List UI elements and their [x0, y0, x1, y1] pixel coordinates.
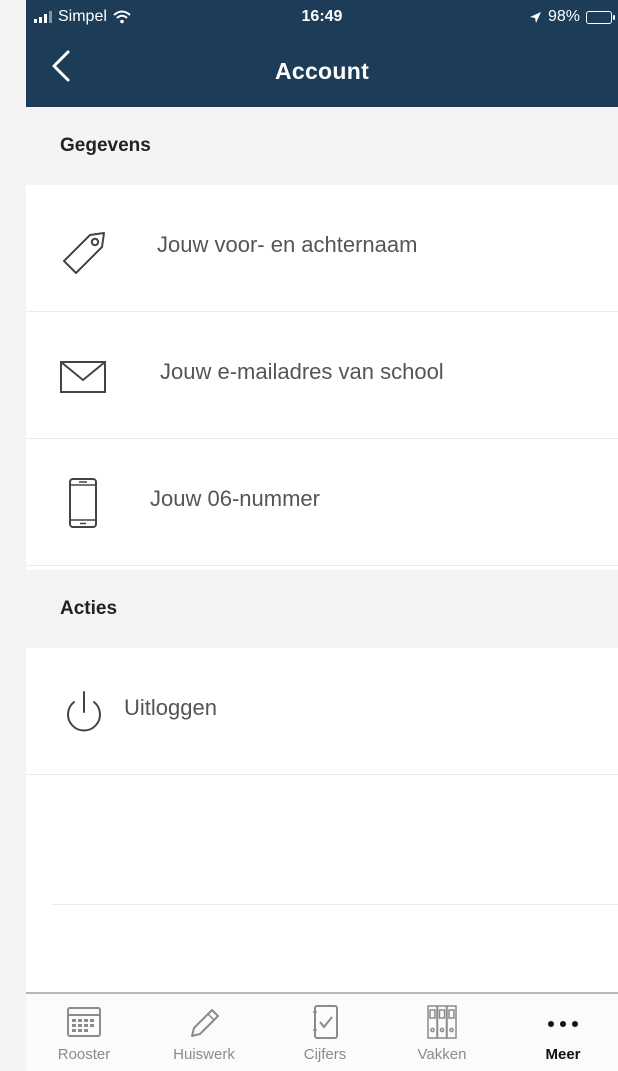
section-title-gegevens: Gegevens: [60, 135, 151, 156]
location-arrow-icon: [529, 11, 541, 23]
smartphone-icon: [69, 478, 97, 528]
pencil-icon: [191, 1009, 219, 1037]
envelope-icon: [60, 361, 106, 393]
section-header-gegevens: Gegevens: [26, 107, 618, 185]
tab-bar: Rooster Huiswerk Cijfers Vakken Meer: [26, 992, 618, 1071]
status-bar: Simpel 16:49 98%: [26, 6, 618, 32]
name-label: Jouw voor- en achternaam: [157, 232, 418, 257]
section-header-acties: Acties: [26, 570, 618, 648]
account-screen: Simpel 16:49 98% Account Gegevens Jouw v…: [26, 0, 618, 1071]
tab-label-cijfers: Cijfers: [303, 1046, 347, 1063]
tab-cijfers[interactable]: Cijfers: [270, 994, 380, 1071]
checklist-icon: [313, 1005, 338, 1039]
tab-label-huiswerk: Huiswerk: [173, 1046, 235, 1063]
status-right: 98%: [529, 8, 615, 26]
email-label: Jouw e-mailadres van school: [160, 359, 444, 384]
tab-label-vakken: Vakken: [417, 1046, 467, 1063]
logout-row[interactable]: Uitloggen: [26, 648, 618, 775]
tab-meer[interactable]: Meer: [508, 994, 618, 1071]
logout-label: Uitloggen: [124, 695, 217, 720]
battery-icon: [586, 10, 615, 24]
divider: [52, 904, 618, 905]
tab-rooster[interactable]: Rooster: [29, 994, 139, 1071]
tab-vakken[interactable]: Vakken: [387, 994, 497, 1071]
section-title-acties: Acties: [60, 598, 118, 619]
page-title: Account: [274, 58, 370, 84]
tab-label-rooster: Rooster: [57, 1046, 111, 1063]
binders-icon: [427, 1005, 457, 1039]
name-row[interactable]: Jouw voor- en achternaam: [26, 185, 618, 312]
phone-label: Jouw 06-nummer: [150, 486, 320, 511]
power-icon: [67, 691, 101, 732]
more-dots-icon: [548, 1021, 578, 1027]
tab-huiswerk[interactable]: Huiswerk: [149, 994, 259, 1071]
phone-row[interactable]: Jouw 06-nummer: [26, 439, 618, 566]
tag-icon: [63, 232, 105, 274]
top-bar: Simpel 16:49 98% Account: [26, 0, 618, 107]
email-row[interactable]: Jouw e-mailadres van school: [26, 312, 618, 439]
calendar-icon: [67, 1007, 101, 1037]
battery-percent: 98%: [547, 8, 580, 25]
tab-label-meer: Meer: [545, 1046, 581, 1063]
